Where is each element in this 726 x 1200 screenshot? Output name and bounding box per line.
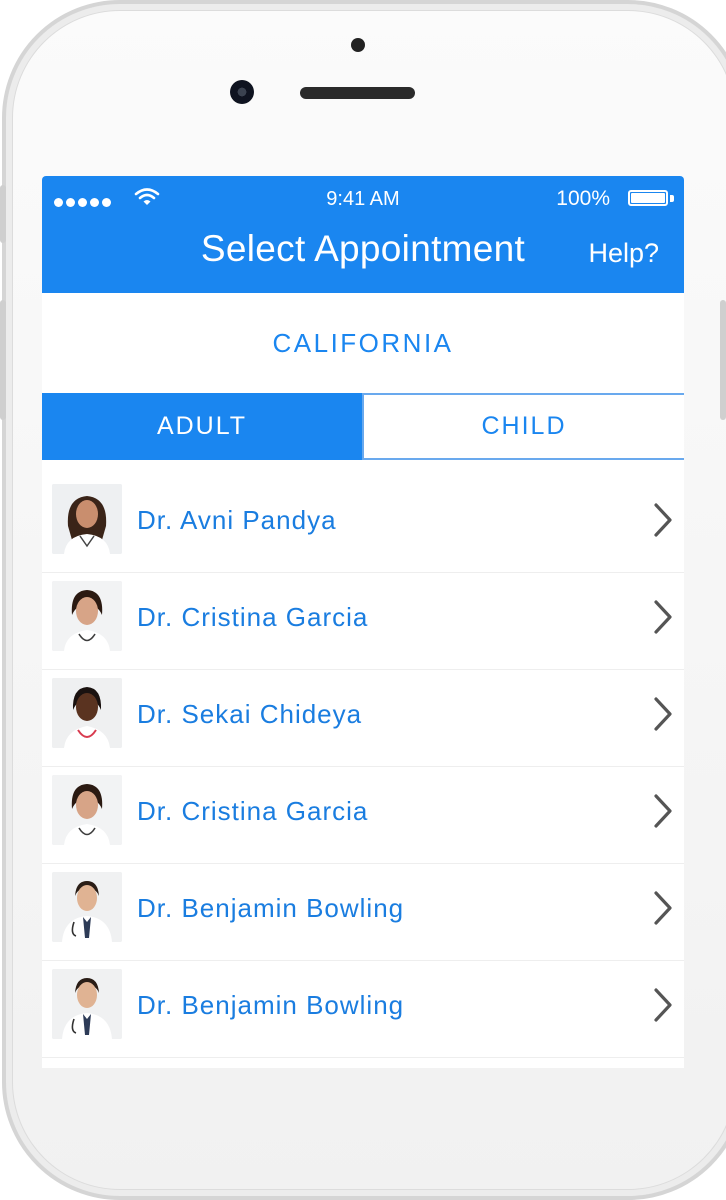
side-button [720, 300, 726, 420]
chevron-right-icon [652, 793, 674, 834]
region-selector[interactable]: CALIFORNIA [42, 293, 684, 394]
proximity-sensor [351, 38, 365, 52]
chevron-right-icon [652, 502, 674, 543]
chevron-right-icon [652, 696, 674, 737]
battery-nub [670, 195, 674, 202]
doctor-name: Dr. Benjamin Bowling [137, 989, 405, 1020]
battery-icon [628, 190, 668, 206]
tab-child[interactable]: CHILD [362, 393, 684, 460]
chevron-right-icon [652, 987, 674, 1028]
status-bar: 9:41 AM 100% [42, 176, 684, 220]
doctor-name: Dr. Avni Pandya [137, 504, 337, 535]
chevron-right-icon [652, 599, 674, 640]
doctor-name: Dr. Benjamin Bowling [137, 892, 405, 923]
doctor-avatar [52, 775, 122, 845]
doctor-row[interactable]: Dr. Benjamin Bowling [42, 961, 684, 1058]
earpiece-speaker [300, 87, 415, 99]
doctor-avatar [52, 484, 122, 554]
doctor-row[interactable]: Dr. Sekai Chideya [42, 670, 684, 767]
doctor-name: Dr. Sekai Chideya [137, 698, 363, 729]
doctor-avatar [52, 872, 122, 942]
region-label: CALIFORNIA [272, 327, 454, 358]
chevron-right-icon [652, 890, 674, 931]
doctor-row[interactable]: Dr. Avni Pandya [42, 476, 684, 573]
patient-type-tabs: ADULT CHILD [42, 393, 684, 460]
doctor-row[interactable]: Dr. Cristina Garcia [42, 573, 684, 670]
doctor-list: Dr. Avni Pandya Dr. Cristina Garcia Dr. … [42, 476, 684, 1058]
doctor-avatar [52, 678, 122, 748]
tab-adult[interactable]: ADULT [42, 393, 362, 460]
doctor-row[interactable]: Dr. Cristina Garcia [42, 767, 684, 864]
front-camera-icon [230, 80, 254, 104]
app-header: 9:41 AM 100% Select Appointment Help? [42, 176, 684, 293]
doctor-name: Dr. Cristina Garcia [137, 601, 369, 632]
doctor-avatar [52, 969, 122, 1039]
doctor-avatar [52, 581, 122, 651]
side-button [0, 185, 6, 243]
side-button [0, 300, 6, 420]
battery-percentage: 100% [556, 187, 610, 210]
doctor-name: Dr. Cristina Garcia [137, 795, 369, 826]
doctor-row[interactable]: Dr. Benjamin Bowling [42, 864, 684, 961]
help-button[interactable]: Help? [588, 238, 659, 269]
app-screen: 9:41 AM 100% Select Appointment Help? CA… [42, 176, 684, 1068]
